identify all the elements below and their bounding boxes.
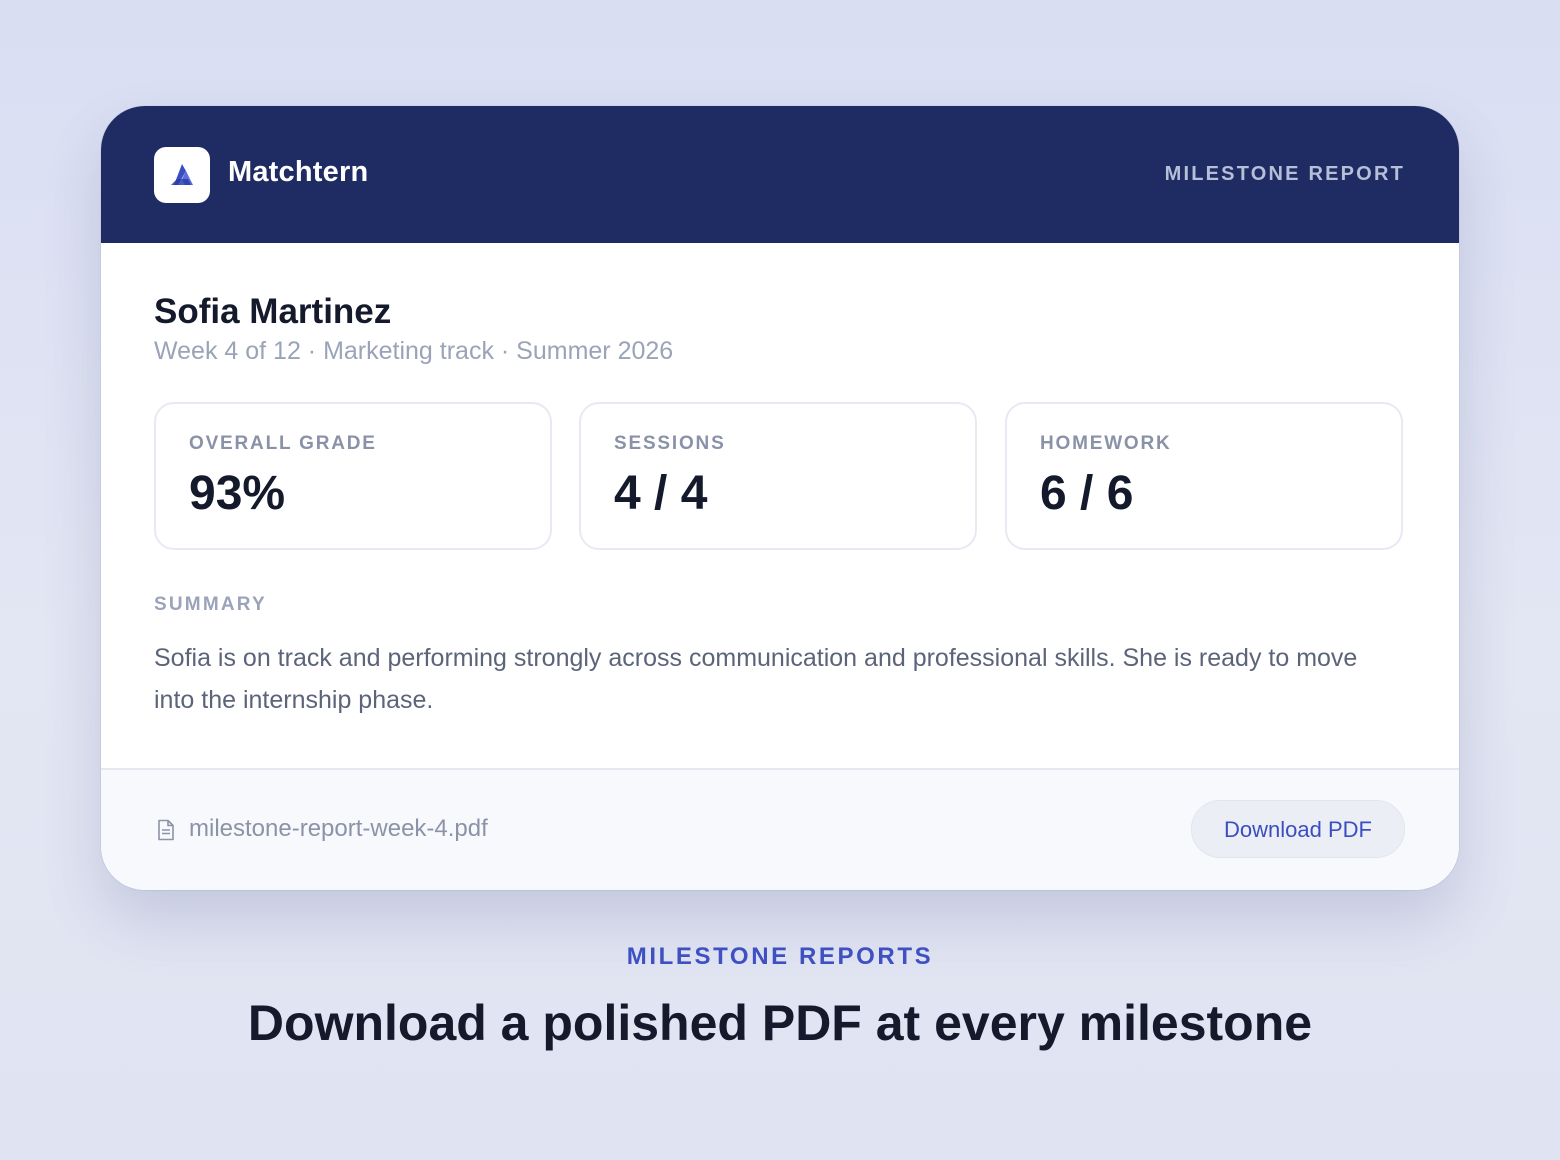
report-header: Matchtern MILESTONE REPORT (101, 106, 1459, 243)
promo-headline: Download a polished PDF at every milesto… (247, 995, 1313, 1051)
summary-label: SUMMARY (154, 594, 267, 615)
download-pdf-button[interactable]: Download PDF (1191, 800, 1405, 858)
stat-card-homework: HOMEWORK 6 / 6 (1005, 402, 1403, 550)
stat-value: 6 / 6 (1040, 467, 1134, 520)
stat-label: OVERALL GRADE (189, 433, 377, 454)
stat-value: 4 / 4 (614, 467, 708, 520)
file-name: milestone-report-week-4.pdf (189, 815, 488, 842)
promo-eyebrow: MILESTONE REPORTS (626, 943, 934, 970)
brand-logo (154, 147, 210, 203)
milestone-report-card: Matchtern MILESTONE REPORT Sofia Martine… (101, 106, 1459, 890)
stat-value: 93% (189, 467, 286, 520)
report-footer: milestone-report-week-4.pdf Download PDF (101, 768, 1459, 890)
stat-card-sessions: SESSIONS 4 / 4 (579, 402, 977, 550)
document-icon (158, 819, 174, 841)
stat-label: HOMEWORK (1040, 433, 1172, 454)
stat-card-overall-grade: OVERALL GRADE 93% (154, 402, 552, 550)
summary-text: Sofia is on track and performing strongl… (154, 644, 1358, 714)
stat-label: SESSIONS (614, 433, 726, 454)
brand-name: Matchtern (228, 156, 369, 188)
report-type-label: MILESTONE REPORT (1164, 163, 1405, 185)
student-name: Sofia Martinez (154, 292, 392, 331)
triangle-logo-icon (171, 164, 193, 185)
student-meta: Week 4 of 12 · Marketing track · Summer … (154, 337, 674, 365)
